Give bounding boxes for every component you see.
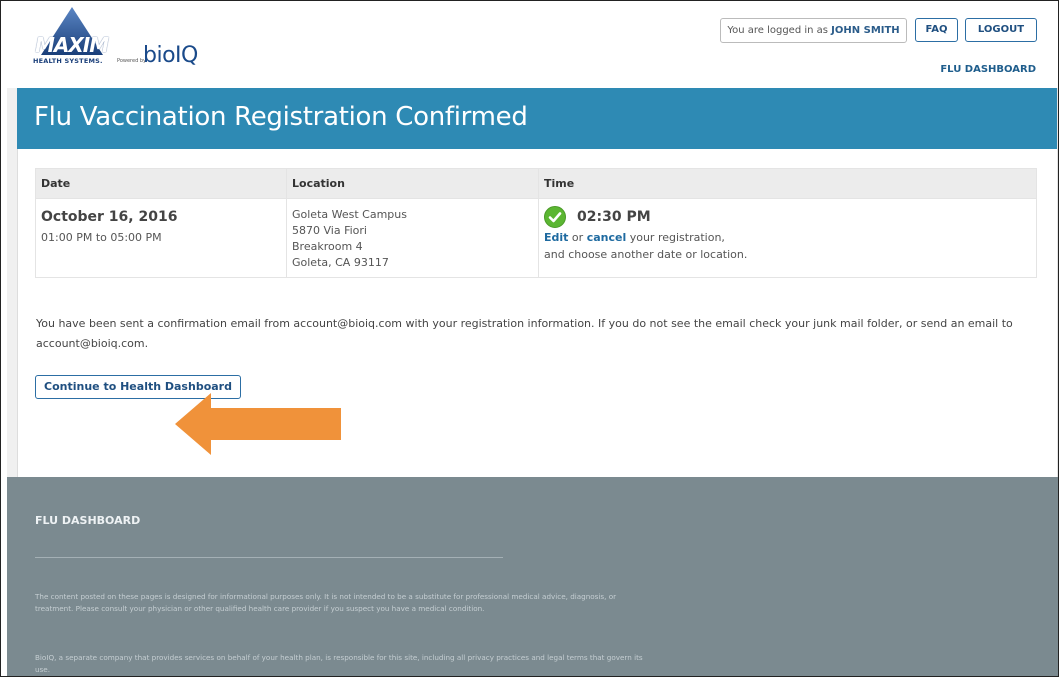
time-cell: 02:30 PM Edit or cancel your registratio… bbox=[538, 198, 1037, 278]
column-header-location: Location bbox=[286, 168, 539, 199]
column-header-date: Date bbox=[35, 168, 287, 199]
note-line-2: and choose another date or location. bbox=[544, 248, 748, 261]
title-bar: Flu Vaccination Registration Confirmed bbox=[17, 88, 1057, 149]
logo-brand-text: MAXIM bbox=[35, 33, 109, 57]
check-circle-icon bbox=[544, 206, 566, 228]
logo-partner: bioIQ bbox=[143, 43, 198, 68]
location-room: Breakroom 4 bbox=[292, 240, 363, 253]
logged-in-indicator: You are logged in as JOHN SMITH bbox=[720, 18, 907, 43]
footer-title: FLU DASHBOARD bbox=[35, 514, 141, 527]
edit-link[interactable]: Edit bbox=[544, 231, 568, 244]
page-frame: MAXIM HEALTH SYSTEMS. Powered by bioIQ Y… bbox=[0, 0, 1059, 677]
event-hours: 01:00 PM to 05:00 PM bbox=[41, 231, 162, 244]
column-header-time: Time bbox=[538, 168, 1037, 199]
maxim-bioiq-logo[interactable]: MAXIM HEALTH SYSTEMS. Powered by bioIQ bbox=[33, 7, 223, 69]
logout-button[interactable]: LOGOUT bbox=[965, 18, 1037, 42]
location-cell: Goleta West Campus 5870 Via Fiori Breakr… bbox=[286, 198, 539, 278]
appointment-time: 02:30 PM bbox=[577, 209, 651, 225]
event-date: October 16, 2016 bbox=[41, 209, 178, 225]
cancel-link[interactable]: cancel bbox=[587, 231, 627, 244]
time-row: 02:30 PM bbox=[544, 206, 1036, 228]
footer-disclaimer: The content posted on these pages is des… bbox=[35, 592, 617, 613]
registration-table: Date Location Time October 16, 2016 01:0… bbox=[35, 168, 1037, 278]
left-arrow-icon bbox=[175, 393, 341, 455]
login-prefix: You are logged in as bbox=[727, 25, 828, 36]
location-street: 5870 Via Fiori bbox=[292, 224, 367, 237]
date-cell: October 16, 2016 01:00 PM to 05:00 PM bbox=[35, 198, 287, 278]
or-text: or bbox=[571, 231, 584, 244]
note-suffix: your registration, bbox=[629, 231, 725, 244]
registration-note: Edit or cancel your registration, and ch… bbox=[544, 229, 1036, 263]
footer-bioiq-note: BioIQ, a separate company that provides … bbox=[35, 653, 643, 674]
user-name: JOHN SMITH bbox=[831, 25, 900, 36]
page-title: Flu Vaccination Registration Confirmed bbox=[34, 102, 528, 132]
footer: FLU DASHBOARD The content posted on thes… bbox=[7, 477, 1058, 676]
table-row: October 16, 2016 01:00 PM to 05:00 PM Go… bbox=[35, 198, 1037, 278]
location-city: Goleta, CA 93117 bbox=[292, 256, 389, 269]
logo-subtitle: HEALTH SYSTEMS. bbox=[33, 57, 103, 65]
footer-divider bbox=[35, 557, 503, 558]
logo-powered-by: Powered by bbox=[117, 58, 146, 64]
location-name: Goleta West Campus bbox=[292, 208, 407, 221]
table-header-row: Date Location Time bbox=[35, 168, 1037, 199]
confirmation-message: You have been sent a confirmation email … bbox=[36, 317, 1013, 350]
faq-button[interactable]: FAQ bbox=[915, 18, 958, 42]
flu-dashboard-link[interactable]: FLU DASHBOARD bbox=[940, 64, 1036, 75]
